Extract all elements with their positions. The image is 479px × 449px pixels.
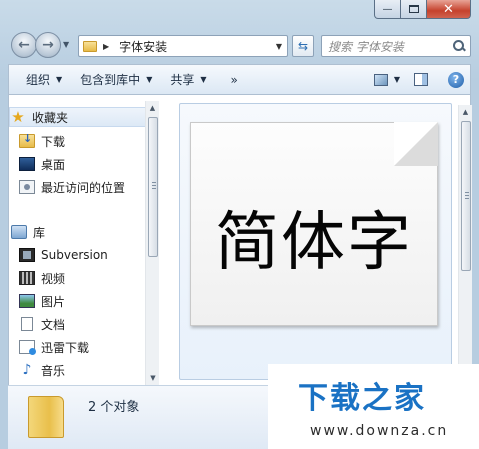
forward-arrow-icon: → — [42, 37, 54, 53]
file-content-area: 简体字 — [179, 103, 452, 380]
organize-menu[interactable]: 组织 ▼ — [26, 71, 62, 88]
sidebar-item-libraries[interactable]: 库 — [11, 222, 149, 242]
search-placeholder: 搜索 字体安装 — [328, 39, 404, 54]
folder-icon — [83, 40, 97, 52]
library-icon — [11, 225, 27, 239]
sidebar-item-music[interactable]: ♪ 音乐 — [19, 360, 157, 380]
sidebar-item-label: 收藏夹 — [32, 110, 69, 125]
sidebar-item-label: Subversion — [41, 248, 108, 262]
search-icon[interactable] — [453, 40, 465, 52]
sidebar-item-label: 音乐 — [41, 363, 66, 378]
download-folder-icon — [19, 132, 35, 148]
recent-places-icon — [19, 180, 35, 194]
recent-pages-dropdown[interactable]: ▼ — [63, 40, 69, 49]
view-controls: ▼ ? — [373, 71, 470, 88]
sidebar-item-pictures[interactable]: 图片 — [19, 291, 157, 311]
sidebar-item-label: 库 — [33, 225, 46, 240]
help-icon[interactable]: ? — [448, 71, 464, 88]
xunlei-icon — [19, 340, 36, 355]
watermark-title: 下载之家 — [298, 381, 426, 416]
sidebar-item-downloads[interactable]: 下载 — [19, 131, 157, 151]
star-icon: ★ — [11, 108, 25, 126]
video-icon — [19, 271, 35, 285]
scroll-up-arrow-icon[interactable]: ▲ — [146, 101, 159, 115]
back-arrow-icon: ← — [18, 37, 30, 53]
sidebar-item-xunlei-downloads[interactable]: 迅雷下载 — [19, 337, 157, 357]
change-view-icon[interactable] — [373, 73, 388, 86]
sidebar-item-label: 文档 — [41, 317, 66, 332]
search-input[interactable]: 搜索 字体安装 — [321, 35, 471, 57]
close-button[interactable]: ✕ — [427, 0, 471, 19]
include-in-library-menu[interactable]: 包含到库中 ▼ — [80, 71, 152, 88]
forward-button[interactable]: → — [35, 32, 61, 58]
font-preview-text: 简体字 — [215, 206, 413, 280]
explorer-window: — ✕ ← → ▼ ▶ 字体安装 ▼ ⇆ 搜索 字体安装 组织 ▼ 包含到库中 ▼ … — [0, 0, 479, 449]
more-commands-button[interactable]: » — [231, 73, 238, 87]
minimize-icon: — — [382, 3, 393, 15]
navigation-pane-scrollbar[interactable]: ▲ ▼ — [145, 101, 159, 385]
refresh-button[interactable]: ⇆ — [292, 35, 314, 57]
navigation-row: ← → ▼ ▶ 字体安装 ▼ ⇆ 搜索 字体安装 — [8, 30, 471, 60]
sidebar-item-desktop[interactable]: 桌面 — [19, 154, 157, 174]
sidebar-item-label: 图片 — [41, 294, 66, 309]
breadcrumb-current-folder[interactable]: 字体安装 — [119, 38, 167, 55]
chevron-down-icon: ▼ — [200, 75, 207, 84]
address-dropdown-icon[interactable]: ▼ — [271, 42, 287, 51]
content-scrollbar[interactable]: ▲ ▼ — [458, 105, 472, 382]
desktop-icon — [19, 157, 35, 171]
back-button[interactable]: ← — [11, 32, 37, 58]
organize-label: 组织 — [26, 73, 51, 87]
maximize-icon — [408, 5, 419, 13]
share-menu[interactable]: 共享 ▼ — [170, 71, 206, 88]
sidebar-item-favorites[interactable]: ★ 收藏夹 — [9, 107, 147, 127]
include-in-library-label: 包含到库中 — [80, 73, 141, 87]
refresh-icon: ⇆ — [297, 39, 309, 53]
breadcrumb-arrow-icon[interactable]: ▶ — [103, 42, 109, 51]
close-icon: ✕ — [443, 1, 454, 17]
scroll-up-arrow-icon[interactable]: ▲ — [459, 105, 472, 119]
documents-icon — [21, 317, 33, 331]
sidebar-item-subversion[interactable]: Subversion — [19, 245, 157, 265]
chevron-down-icon: ▼ — [146, 75, 153, 84]
item-count: 2 个对象 — [88, 400, 140, 415]
watermark-url: www.downza.cn — [310, 423, 449, 439]
pictures-icon — [19, 294, 35, 308]
scrollbar-thumb[interactable] — [148, 117, 158, 257]
watermark: 下载之家 www.downza.cn — [268, 364, 479, 449]
scrollbar-thumb[interactable] — [461, 121, 471, 271]
subversion-icon — [19, 248, 35, 262]
scroll-down-arrow-icon[interactable]: ▼ — [146, 371, 160, 385]
sidebar-item-label: 迅雷下载 — [41, 340, 90, 355]
sidebar-item-videos[interactable]: 视频 — [19, 268, 157, 288]
chevron-down-icon: ▼ — [56, 75, 63, 84]
folder-icon — [28, 396, 64, 438]
sidebar-item-label: 最近访问的位置 — [41, 180, 126, 195]
sidebar-item-label: 视频 — [41, 271, 66, 286]
command-bar: 组织 ▼ 包含到库中 ▼ 共享 ▼ » ▼ ? — [8, 64, 471, 94]
address-bar[interactable]: ▶ 字体安装 ▼ — [78, 35, 288, 57]
maximize-button[interactable] — [401, 0, 427, 19]
music-icon: ♪ — [22, 362, 32, 378]
sidebar-item-recent-places[interactable]: 最近访问的位置 — [19, 177, 157, 197]
font-file-thumbnail[interactable]: 简体字 — [190, 122, 438, 326]
sidebar-item-label: 下载 — [41, 134, 66, 149]
sidebar-item-documents[interactable]: 文档 — [19, 314, 157, 334]
minimize-button[interactable]: — — [374, 0, 401, 19]
navigation-pane: ★ 收藏夹 下载 桌面 最近访问的位置 库 Subversion — [9, 95, 159, 385]
preview-pane-icon[interactable] — [414, 73, 428, 86]
caption-buttons: — ✕ — [374, 0, 471, 20]
sidebar-item-label: 桌面 — [41, 157, 66, 172]
share-label: 共享 — [170, 73, 195, 87]
view-options-chevron-icon[interactable]: ▼ — [394, 75, 400, 84]
page-fold-icon — [394, 122, 438, 166]
